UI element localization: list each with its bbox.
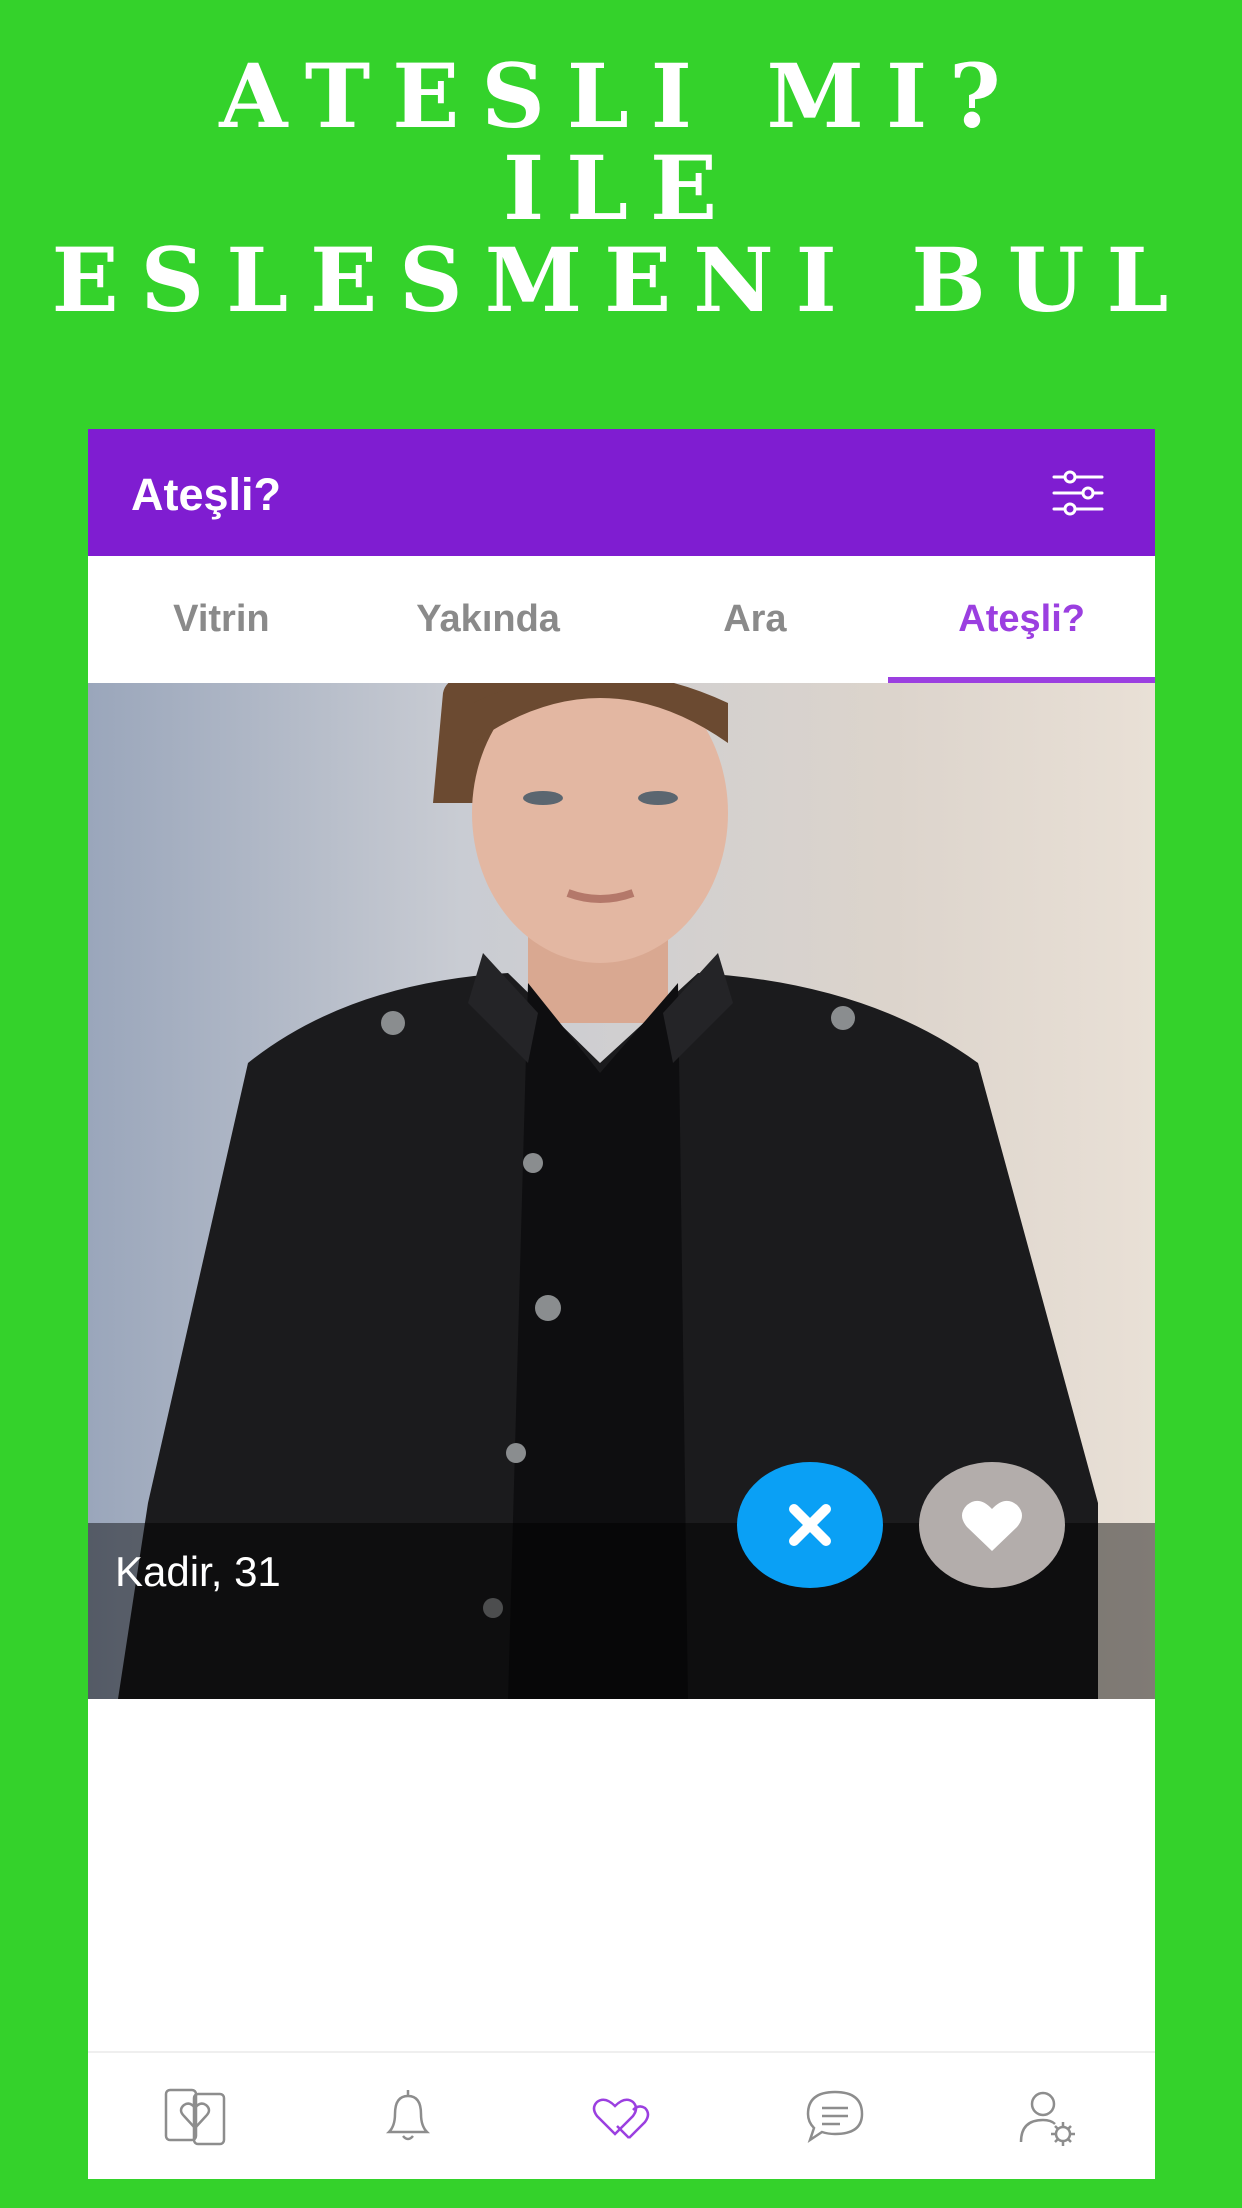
dislike-button[interactable] <box>737 1462 883 1588</box>
tab-atesli[interactable]: Ateşli? <box>888 556 1155 683</box>
close-icon <box>789 1504 831 1546</box>
match-phones-icon <box>164 2088 225 2146</box>
nav-profile[interactable] <box>942 2053 1155 2179</box>
chat-icon <box>806 2090 864 2144</box>
tab-ara[interactable]: Ara <box>622 556 889 683</box>
bell-icon <box>386 2090 431 2141</box>
like-button[interactable] <box>919 1462 1065 1588</box>
tab-vitrin[interactable]: Vitrin <box>88 556 355 683</box>
sliders-icon <box>1052 470 1104 516</box>
promo-line-2: ILE <box>502 136 740 240</box>
nav-hot[interactable] <box>515 2053 728 2179</box>
app-bar: Ateşli? <box>88 429 1155 556</box>
hearts-icon <box>592 2098 649 2139</box>
filter-button[interactable] <box>1048 463 1108 523</box>
app-title: Ateşli? <box>131 469 282 520</box>
promo-headline: ATESLI MI? ILE ESLESMENI BUL <box>0 50 1242 326</box>
app-screen: Ateşli? Vitrin Yakında Ara Ateşli? Kadir… <box>88 429 1155 2179</box>
promo-line-3: ESLESMENI BUL <box>51 228 1191 332</box>
nav-messages[interactable] <box>728 2053 941 2179</box>
tab-bar: Vitrin Yakında Ara Ateşli? <box>88 556 1155 683</box>
tab-yakinda[interactable]: Yakında <box>355 556 622 683</box>
profile-card[interactable]: Kadir, 31 <box>88 683 1155 1699</box>
promo-line-1: ATESLI MI? <box>219 44 1023 148</box>
profile-settings-icon <box>1020 2091 1076 2146</box>
heart-icon <box>962 1500 1022 1551</box>
profile-name-age: Kadir, 31 <box>115 1548 281 1595</box>
nav-matches[interactable] <box>88 2053 301 2179</box>
bottom-navigation <box>88 2051 1155 2179</box>
nav-notifications[interactable] <box>301 2053 514 2179</box>
